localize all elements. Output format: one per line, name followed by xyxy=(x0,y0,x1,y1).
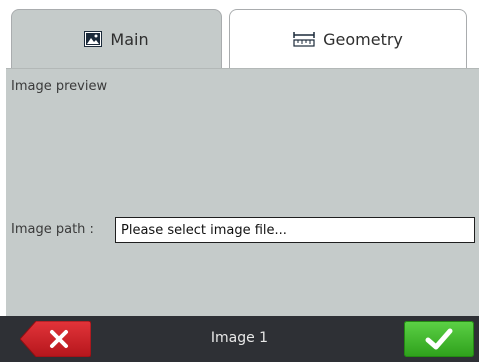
image-icon xyxy=(84,31,103,47)
image-path-input[interactable] xyxy=(115,217,475,243)
tab-main-label: Main xyxy=(110,29,149,49)
tab-geometry-label: Geometry xyxy=(323,29,403,49)
ok-button[interactable] xyxy=(404,321,474,357)
tab-bar: Main Geometry xyxy=(0,0,479,69)
main-panel: Image preview Image path : xyxy=(6,68,479,316)
ruler-icon xyxy=(293,31,315,47)
check-icon xyxy=(424,327,454,351)
tab-main[interactable]: Main xyxy=(11,9,222,68)
tab-geometry[interactable]: Geometry xyxy=(229,9,467,68)
image-preview-label: Image preview xyxy=(11,79,108,94)
footer-bar: Image 1 xyxy=(0,316,479,362)
image-path-label: Image path : xyxy=(11,222,94,237)
